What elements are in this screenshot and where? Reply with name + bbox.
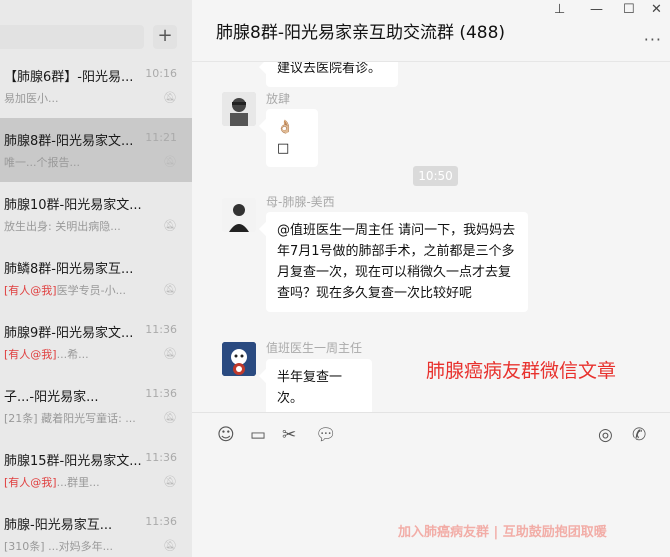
add-chat-button[interactable]: + bbox=[153, 25, 177, 49]
chat-preview-text: [21条] 藏着阳光写童话: ... bbox=[4, 412, 136, 425]
avatar[interactable] bbox=[222, 342, 256, 376]
close-icon[interactable]: ✕ bbox=[651, 2, 662, 17]
search-input[interactable]: ⌕ bbox=[0, 25, 144, 49]
chat-name: 肺鳞8群-阳光易家互... bbox=[4, 262, 134, 277]
chat-time: 11:36 bbox=[145, 387, 177, 400]
maximize-icon[interactable]: ☐ bbox=[623, 2, 635, 17]
pin-icon[interactable]: ⊥ bbox=[554, 2, 565, 17]
chat-preview: 唯一...个报告... bbox=[4, 154, 170, 170]
message-bubble: 建议去医院看诊。 bbox=[266, 62, 398, 87]
chat-list-item[interactable]: 肺腺15群-阳光易家文... [有人@我]...群里... 11:36 🔕︎ bbox=[0, 438, 192, 502]
more-options-icon[interactable]: ··· bbox=[644, 30, 662, 49]
chat-name: 肺腺15群-阳光易家文... bbox=[4, 454, 142, 469]
chat-list-item[interactable]: 肺腺9群-阳光易家文... [有人@我]...希... 11:36 🔕︎ bbox=[0, 310, 192, 374]
emoji-icon[interactable]: ☺ bbox=[217, 425, 235, 445]
mute-icon: 🔕︎ bbox=[163, 539, 177, 552]
chat-list-sidebar: ⌕ + 【肺腺6群】-阳光易...易加医小...10:16🔕︎肺腺8群-阳光易家… bbox=[0, 0, 192, 557]
mention-badge: [有人@我] bbox=[4, 348, 57, 361]
chat-list-item[interactable]: 【肺腺6群】-阳光易... 易加医小... 10:16 🔕︎ bbox=[0, 54, 192, 118]
chat-list-item[interactable]: 肺腺-阳光易家互... [310条] ...对妈多年... 11:36 🔕︎ bbox=[0, 502, 192, 557]
chat-pane: 肺腺8群-阳光易家亲互助交流群 (488) ⊥ — ☐ ✕ ··· 建议去医院看… bbox=[192, 0, 670, 557]
chat-time: 11:36 bbox=[145, 323, 177, 336]
footer-caption: 加入肺癌病友群 | 互助鼓励抱团取暖 bbox=[398, 525, 607, 540]
message-bubble: 半年复查一次。 bbox=[266, 359, 372, 412]
mute-icon: 🔕︎ bbox=[163, 283, 177, 296]
message-area: 建议去医院看诊。 放肆 👌🏼 □ 10:50 母-肺腺-美西 @值班医生一周主任… bbox=[192, 62, 670, 412]
chat-name: 肺腺8群-阳光易家文... bbox=[4, 134, 134, 149]
chat-preview-text: [310条] ...对妈多年... bbox=[4, 540, 114, 553]
mention-badge: [有人@我] bbox=[4, 284, 57, 297]
chat-list-item[interactable]: 肺鳞8群-阳光易家互... [有人@我]医学专员-小... 🔕︎ bbox=[0, 246, 192, 310]
chat-preview-text: 易加医小... bbox=[4, 92, 59, 105]
overlay-caption: 肺腺癌病友群微信文章 bbox=[426, 360, 617, 382]
scissors-icon[interactable]: ✂ bbox=[282, 425, 296, 445]
sender-name: 值班医生一周主任 bbox=[266, 341, 363, 355]
folder-icon[interactable]: ▭ bbox=[250, 425, 266, 445]
mention-badge: [有人@我] bbox=[4, 476, 57, 489]
chat-preview-text: 唯一...个报告... bbox=[4, 156, 80, 169]
chat-list-item[interactable]: 子...-阳光易家... [21条] 藏着阳光写童话: ... 11:36 🔕︎ bbox=[0, 374, 192, 438]
chat-name: 子...-阳光易家... bbox=[4, 390, 99, 405]
chat-preview-text: 医学专员-小... bbox=[56, 284, 127, 297]
mute-icon: 🔕︎ bbox=[163, 219, 177, 232]
chat-preview: [有人@我]医学专员-小... bbox=[4, 282, 170, 298]
mute-icon: 🔕︎ bbox=[163, 475, 177, 488]
chat-preview: [21条] 藏着阳光写童话: ... bbox=[4, 410, 170, 426]
mute-icon: 🔕︎ bbox=[163, 411, 177, 424]
chat-time: 10:16 bbox=[145, 67, 177, 80]
message-text: @值班医生一周主任 请问一下，我妈妈去年7月1号做的肺部手术，之前都是三个多月复… bbox=[277, 223, 516, 301]
chat-list-item[interactable]: 肺腺10群-阳光易家文... 放生出身: 关明出病隐... 🔕︎ bbox=[0, 182, 192, 246]
chat-time: 11:21 bbox=[145, 131, 177, 144]
chat-preview-text: ...希... bbox=[56, 348, 89, 361]
chat-preview: [有人@我]...群里... bbox=[4, 474, 170, 490]
chat-header: 肺腺8群-阳光易家亲互助交流群 (488) ⊥ — ☐ ✕ ··· bbox=[192, 0, 670, 62]
chat-time: 11:36 bbox=[145, 515, 177, 528]
message-bubble: @值班医生一周主任 请问一下，我妈妈去年7月1号做的肺部手术，之前都是三个多月复… bbox=[266, 212, 528, 312]
message-text: 建议去医院看诊。 bbox=[277, 62, 382, 76]
mute-icon: 🔕︎ bbox=[163, 155, 177, 168]
mute-icon: 🔕︎ bbox=[163, 347, 177, 360]
chat-name: 肺腺10群-阳光易家文... bbox=[4, 198, 142, 213]
chat-title: 肺腺8群-阳光易家亲互助交流群 (488) bbox=[216, 23, 506, 43]
chat-preview: [有人@我]...希... bbox=[4, 346, 170, 362]
chat-name: 肺腺-阳光易家互... bbox=[4, 518, 113, 533]
mute-icon: 🔕︎ bbox=[163, 91, 177, 104]
chat-list-item[interactable]: 肺腺8群-阳光易家文... 唯一...个报告... 11:21 🔕︎ bbox=[0, 118, 192, 182]
minimize-icon[interactable]: — bbox=[590, 2, 603, 17]
video-call-icon[interactable]: ✆ bbox=[632, 425, 646, 445]
message-bubble: 👌🏼 □ bbox=[266, 109, 318, 167]
chat-preview-text: 放生出身: 关明出病隐... bbox=[4, 220, 121, 233]
chat-bubble-icon[interactable]: 💬︎ bbox=[315, 425, 337, 445]
chat-preview-text: ...群里... bbox=[56, 476, 100, 489]
message-text: 👌🏼 □ bbox=[277, 120, 294, 156]
voice-call-icon[interactable]: ◎ bbox=[598, 425, 613, 445]
message-text: 半年复查一次。 bbox=[277, 370, 343, 406]
sender-name: 放肆 bbox=[266, 92, 291, 106]
input-toolbar: ☺ ▭ ✂ 💬︎ ◎ ✆ 加入肺癌病友群 | 互助鼓励抱团取暖 bbox=[192, 412, 670, 557]
chat-preview: 易加医小... bbox=[4, 90, 170, 106]
chat-name: 【肺腺6群】-阳光易... bbox=[4, 70, 134, 85]
chat-name: 肺腺9群-阳光易家文... bbox=[4, 326, 134, 341]
avatar[interactable] bbox=[222, 198, 256, 232]
sender-name: 母-肺腺-美西 bbox=[266, 195, 335, 209]
chat-preview: 放生出身: 关明出病隐... bbox=[4, 218, 170, 234]
chat-preview: [310条] ...对妈多年... bbox=[4, 538, 170, 554]
search-row: ⌕ + bbox=[0, 20, 192, 54]
avatar[interactable] bbox=[222, 92, 256, 126]
chat-time: 11:36 bbox=[145, 451, 177, 464]
time-divider: 10:50 bbox=[413, 166, 458, 186]
